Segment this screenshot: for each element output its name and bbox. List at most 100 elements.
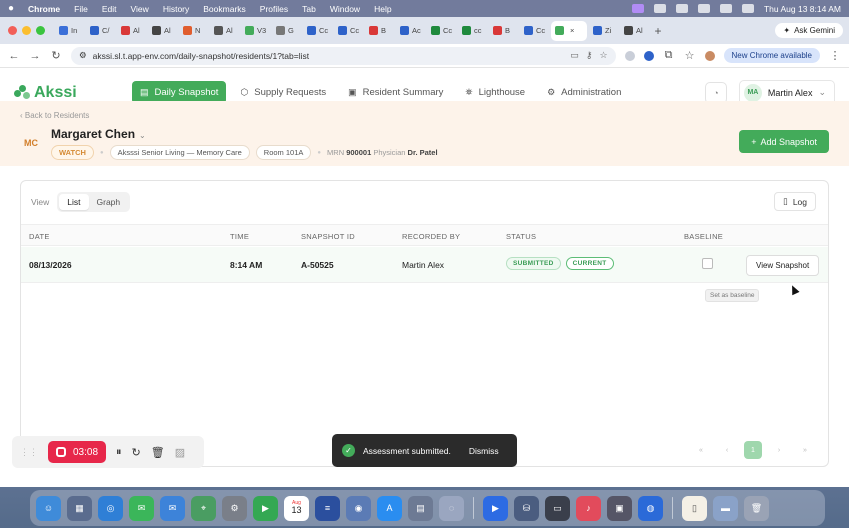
- menu-file[interactable]: File: [74, 4, 88, 14]
- chrome-icon[interactable]: ◉: [346, 495, 371, 521]
- browser-tab[interactable]: Cc: [427, 21, 456, 41]
- zoom-icon[interactable]: ▶: [483, 495, 508, 521]
- view-list-tab[interactable]: List: [59, 194, 89, 210]
- browser-tab[interactable]: In: [55, 21, 84, 41]
- resident-name[interactable]: Margaret Chen ⌄: [51, 127, 146, 141]
- restart-icon[interactable]: ↻: [132, 446, 141, 459]
- close-window-button[interactable]: [8, 26, 17, 35]
- extension-icon[interactable]: [643, 50, 654, 61]
- prev-page-button[interactable]: ‹: [718, 441, 736, 459]
- first-page-button[interactable]: «: [692, 441, 710, 459]
- view-snapshot-button[interactable]: View Snapshot: [746, 255, 820, 276]
- database-icon[interactable]: ⛁: [514, 495, 539, 521]
- browser-tab[interactable]: cc: [458, 21, 487, 41]
- maps-icon[interactable]: ⌖: [191, 495, 216, 521]
- app-icon[interactable]: ◌: [439, 495, 464, 521]
- screen-recorder-icon[interactable]: [631, 4, 644, 13]
- add-snapshot-button[interactable]: + Add Snapshot: [739, 130, 829, 153]
- ask-gemini-button[interactable]: ✦ Ask Gemini: [775, 23, 843, 38]
- play-icon[interactable]: [653, 4, 666, 13]
- minimize-window-button[interactable]: [22, 26, 31, 35]
- browser-tab[interactable]: N: [179, 21, 208, 41]
- profile-avatar[interactable]: [704, 50, 715, 61]
- menu-window[interactable]: Window: [330, 4, 360, 14]
- mail-icon[interactable]: ✉: [160, 495, 185, 521]
- extension-icon[interactable]: [624, 50, 635, 61]
- last-page-button[interactable]: »: [796, 441, 814, 459]
- hide-icon[interactable]: ▨: [175, 446, 185, 459]
- menu-profiles[interactable]: Profiles: [260, 4, 288, 14]
- back-to-residents-link[interactable]: ‹ Back to Residents: [20, 111, 89, 120]
- menu-bookmarks[interactable]: Bookmarks: [203, 4, 246, 14]
- browser-tab[interactable]: Ac: [396, 21, 425, 41]
- baseline-checkbox[interactable]: [702, 258, 713, 269]
- calendar-icon[interactable]: Aug 13: [284, 495, 309, 521]
- finder-icon[interactable]: ☺: [36, 495, 61, 521]
- zoom-window-button[interactable]: [36, 26, 45, 35]
- menubar-clock[interactable]: Thu Aug 13 8:14 AM: [764, 4, 841, 14]
- messages-icon[interactable]: ✉: [129, 495, 154, 521]
- browser-tab[interactable]: Al: [117, 21, 146, 41]
- notes-icon[interactable]: ≡: [315, 495, 340, 521]
- settings-icon[interactable]: ⚙: [222, 495, 247, 521]
- browser-tab[interactable]: Cc: [520, 21, 549, 41]
- browser-tab-active[interactable]: ×: [551, 20, 587, 41]
- app-store-icon[interactable]: A: [377, 495, 402, 521]
- reload-icon[interactable]: ↻: [50, 49, 62, 62]
- new-tab-button[interactable]: +: [651, 21, 665, 41]
- view-graph-tab[interactable]: Graph: [89, 194, 129, 210]
- new-chrome-available-button[interactable]: New Chrome available: [723, 48, 820, 63]
- forward-arrow-icon[interactable]: →: [29, 50, 41, 62]
- browser-tab[interactable]: Al: [148, 21, 177, 41]
- menu-view[interactable]: View: [131, 4, 149, 14]
- browser-tab[interactable]: C/: [86, 21, 115, 41]
- log-button[interactable]: ▯ Log: [774, 192, 816, 211]
- browser-tab[interactable]: B: [365, 21, 394, 41]
- browser-tab[interactable]: Cc: [303, 21, 332, 41]
- table-row[interactable]: 08/13/2026 8:14 AM A-50525 Martin Alex S…: [21, 247, 828, 283]
- window-manager-icon[interactable]: ▣: [607, 495, 632, 521]
- close-tab-icon[interactable]: ×: [570, 26, 574, 35]
- bookmarks-star-icon[interactable]: ☆: [684, 49, 696, 62]
- folder-icon[interactable]: ▬: [713, 495, 738, 521]
- wifi-icon[interactable]: [697, 4, 710, 13]
- preview-icon[interactable]: ▤: [408, 495, 433, 521]
- browser-tab[interactable]: V3: [241, 21, 270, 41]
- password-key-icon[interactable]: ⚷: [586, 50, 593, 61]
- safari-icon[interactable]: ◎: [98, 495, 123, 521]
- music-icon[interactable]: ♪: [576, 495, 601, 521]
- facetime-icon[interactable]: ▶: [253, 495, 278, 521]
- browser-tab[interactable]: G: [272, 21, 301, 41]
- pause-icon[interactable]: ⏸: [116, 446, 122, 459]
- back-arrow-icon[interactable]: ←: [8, 50, 20, 62]
- akssi-logo[interactable]: Akssi: [14, 84, 132, 102]
- browser-tab[interactable]: Cc: [334, 21, 363, 41]
- drag-handle-icon[interactable]: ⋮⋮: [20, 447, 38, 458]
- menu-history[interactable]: History: [163, 4, 189, 14]
- launchpad-icon[interactable]: ▦: [67, 495, 92, 521]
- extensions-puzzle-icon[interactable]: ⧉: [663, 49, 675, 62]
- browser-tab[interactable]: Zi: [589, 21, 618, 41]
- browser-tab[interactable]: Al: [620, 21, 649, 41]
- trash-icon[interactable]: 🗑: [151, 446, 165, 459]
- page-1-button[interactable]: 1: [744, 441, 762, 459]
- document-icon[interactable]: ▯: [682, 495, 707, 521]
- next-page-button[interactable]: ›: [770, 441, 788, 459]
- menu-help[interactable]: Help: [374, 4, 391, 14]
- apple-icon[interactable]: ●: [8, 3, 14, 14]
- vpn-icon[interactable]: ◍: [638, 495, 663, 521]
- menu-edit[interactable]: Edit: [102, 4, 117, 14]
- menu-tab[interactable]: Tab: [302, 4, 316, 14]
- stop-recording-button[interactable]: 03:08: [48, 441, 107, 463]
- browser-tab[interactable]: B: [489, 21, 518, 41]
- terminal-icon[interactable]: ▭: [545, 495, 570, 521]
- bookmark-star-icon[interactable]: ☆: [599, 50, 607, 61]
- dismiss-toast-button[interactable]: Dismiss: [469, 446, 499, 456]
- control-center-icon[interactable]: [741, 4, 754, 13]
- cast-icon[interactable]: ▭: [570, 50, 579, 61]
- search-icon[interactable]: [719, 4, 732, 13]
- browser-tab[interactable]: Al: [210, 21, 239, 41]
- url-field[interactable]: ⚙ akssi.sl.t.app-env.com/daily-snapshot/…: [71, 46, 616, 65]
- kebab-menu-icon[interactable]: ⋮: [829, 49, 841, 62]
- trash-icon[interactable]: 🗑: [744, 495, 769, 521]
